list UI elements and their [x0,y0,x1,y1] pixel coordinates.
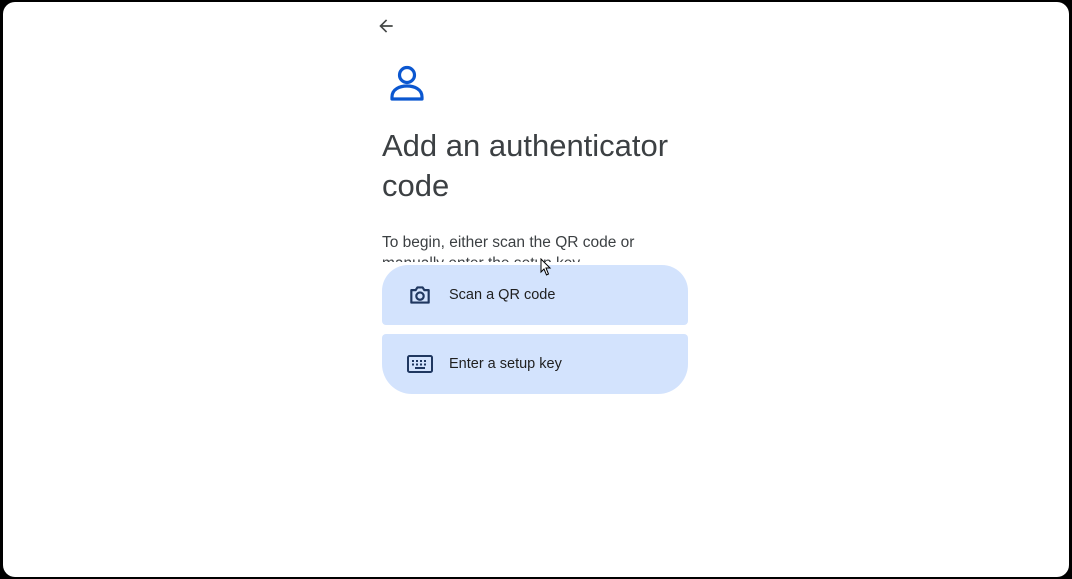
arrow-left-icon [379,19,393,33]
keyboard-icon [406,350,434,378]
scan-qr-code-label: Scan a QR code [449,287,556,303]
scan-qr-code-button[interactable]: Scan a QR code [382,265,688,325]
person-icon [390,65,424,101]
setup-options-list: Scan a QR code Enter a setup key [382,265,688,394]
back-button[interactable] [371,12,401,40]
page-title-line-2: code [382,168,450,203]
enter-setup-key-label: Enter a setup key [449,356,562,372]
description-text: To begin, either scan the QR code or man… [382,234,635,262]
enter-setup-key-button[interactable]: Enter a setup key [382,334,688,394]
app-window: Add an authenticator code To begin, eithe… [3,2,1069,577]
page-title-line-1: Add an authenticator [382,128,669,163]
page-title: Add an authenticator code [382,126,722,206]
camera-icon [406,281,434,309]
